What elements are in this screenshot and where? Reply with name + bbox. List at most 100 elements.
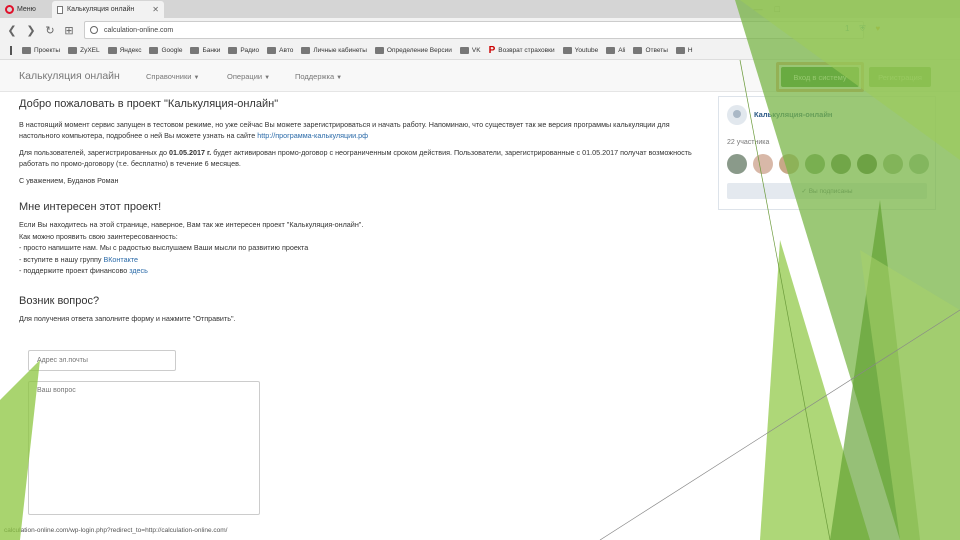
folder-icon	[374, 47, 384, 54]
bookmark-item[interactable]: Личные кабинеты	[301, 47, 367, 54]
interest-line: Как можно проявить свою заинтересованнос…	[19, 231, 178, 241]
welcome-title: Добро пожаловать в проект "Калькуляция-о…	[19, 98, 279, 110]
folder-icon	[22, 47, 31, 54]
folder-icon	[301, 47, 311, 54]
group-avatar[interactable]	[727, 105, 747, 125]
heart-icon[interactable]: ♥	[875, 24, 880, 34]
vk-group-link[interactable]: ВКонтакте	[103, 255, 138, 264]
folder-icon	[107, 47, 117, 54]
green-shard	[830, 200, 920, 540]
folder-icon	[606, 47, 616, 54]
p-logo-icon: P	[488, 45, 496, 56]
minimize-icon[interactable]: —	[754, 4, 763, 14]
question-textarea[interactable]	[28, 381, 260, 515]
folder-icon	[149, 47, 159, 54]
folder-icon	[190, 47, 200, 54]
toolbar-right-icons: 1 ⛨ ♥	[845, 24, 880, 34]
register-button[interactable]: Регистрация	[869, 67, 931, 87]
folder-icon	[68, 47, 78, 54]
forward-icon[interactable]: ❯	[23, 24, 39, 37]
folder-icon	[459, 47, 469, 54]
caret-down-icon: ▼	[264, 75, 271, 81]
donate-link[interactable]: здесь	[129, 266, 148, 275]
globe-icon	[90, 26, 98, 34]
badge-count: 1	[845, 24, 850, 33]
folder-icon	[267, 47, 277, 54]
url-field[interactable]: calculation-online.com	[84, 21, 864, 39]
promo-paragraph: Для пользователей, зарегистрированных до…	[19, 148, 692, 168]
shield-icon[interactable]: ⛨	[859, 24, 865, 34]
signature: С уважением, Буданов Роман	[19, 176, 119, 185]
member-avatar[interactable]	[753, 154, 773, 174]
bookmark-item[interactable]: Google	[149, 47, 182, 54]
green-shard	[860, 250, 960, 540]
page-icon	[57, 5, 63, 14]
vk-subscribed-button[interactable]: ✓ Вы подписаны	[727, 183, 927, 199]
menu-label: Меню	[17, 6, 36, 13]
bookmark-item[interactable]: Банки	[190, 47, 220, 54]
question-title: Возник вопрос?	[19, 294, 100, 307]
tab-close-icon[interactable]: ✕	[152, 5, 159, 14]
nav-spravochniki[interactable]: Справочники ▼	[146, 72, 199, 81]
bookmark-item[interactable]: Радио	[228, 47, 259, 54]
caret-down-icon: ▼	[193, 75, 200, 81]
speed-dial-icon[interactable]: ⊞	[61, 24, 77, 37]
address-toolbar: ❮ ❯ ↻ ⊞ calculation-online.com	[0, 18, 960, 42]
bookmark-item[interactable]: Ответы	[633, 47, 668, 54]
opera-logo-icon	[5, 5, 14, 14]
bookmark-item[interactable]: Ali	[606, 47, 625, 54]
bookmark-item[interactable]: VK	[459, 47, 481, 54]
check-icon: ✓	[801, 188, 809, 195]
bookmark-item[interactable]: P Возврат страховки	[489, 45, 555, 56]
folder-icon	[633, 47, 643, 54]
question-hint: Для получения ответа заполните форму и н…	[19, 313, 236, 323]
bookmark-item[interactable]: Яндекс	[107, 47, 141, 54]
member-avatar[interactable]	[779, 154, 799, 174]
vk-line: - вступите в нашу группу ВКонтакте	[19, 254, 139, 264]
bookmark-item[interactable]: ZyXEL	[68, 47, 100, 54]
nav-operations[interactable]: Операции ▼	[227, 72, 270, 81]
status-bar-url: calculation-online.com/wp-login.php?redi…	[2, 527, 230, 534]
url-text: calculation-online.com	[104, 26, 174, 34]
folder-icon	[562, 47, 572, 54]
vk-member-count: 22 участника	[727, 139, 770, 146]
bookmark-item[interactable]: Определение Версии	[374, 47, 452, 54]
bookmark-item[interactable]: Авто	[267, 47, 293, 54]
green-shard	[760, 240, 870, 540]
bookmarks-separator	[10, 46, 12, 55]
interest-line: Если Вы находитесь на этой странице, нав…	[19, 220, 364, 229]
main-content: Добро пожаловать в проект "Калькуляция-о…	[19, 98, 699, 324]
vk-member-avatars	[727, 154, 929, 174]
bookmark-item[interactable]: Youtube	[562, 47, 598, 54]
maximize-icon[interactable]: □	[775, 4, 780, 14]
member-avatar[interactable]	[883, 154, 903, 174]
vk-group-name[interactable]: Калькуляция-онлайн	[754, 110, 832, 119]
finance-line: - поддержите проект финансово здесь	[19, 266, 148, 275]
member-avatar[interactable]	[909, 154, 929, 174]
member-avatar[interactable]	[727, 154, 747, 174]
nav-support[interactable]: Поддержка ▼	[295, 72, 342, 81]
interest-title: Мне интересен этот проект!	[19, 201, 162, 213]
reload-icon[interactable]: ↻	[42, 24, 58, 37]
member-avatar[interactable]	[831, 154, 851, 174]
thin-line	[599, 309, 960, 540]
desktop-version-link[interactable]: http://программа-калькуляции.рф	[257, 131, 368, 140]
interest-line: - просто напишите нам. Мы с радостью выс…	[19, 243, 309, 252]
bookmark-item[interactable]: Н	[675, 47, 693, 54]
member-avatar[interactable]	[857, 154, 877, 174]
caret-down-icon: ▼	[336, 75, 343, 81]
bookmarks-bar: Проекты ZyXEL Яндекс Google Банки Радио …	[0, 42, 960, 60]
member-avatar[interactable]	[805, 154, 825, 174]
back-icon[interactable]: ❮	[4, 24, 20, 37]
login-button[interactable]: Вход в систему	[781, 67, 859, 87]
tab-calculation-online[interactable]: Калькуляция онлайн ✕	[52, 1, 164, 18]
bookmark-item[interactable]: Проекты	[22, 47, 60, 54]
folder-icon	[228, 47, 238, 54]
site-brand[interactable]: Калькуляция онлайн	[19, 70, 120, 82]
opera-menu-button[interactable]: Меню	[0, 1, 50, 18]
browser-tab-bar: Меню Калькуляция онлайн ✕ — □	[0, 0, 960, 18]
vk-group-widget: Калькуляция-онлайн 22 участника ✓ Вы под…	[718, 96, 936, 210]
folder-icon	[675, 47, 685, 54]
window-controls: — □	[754, 0, 780, 18]
email-field[interactable]	[28, 350, 176, 371]
